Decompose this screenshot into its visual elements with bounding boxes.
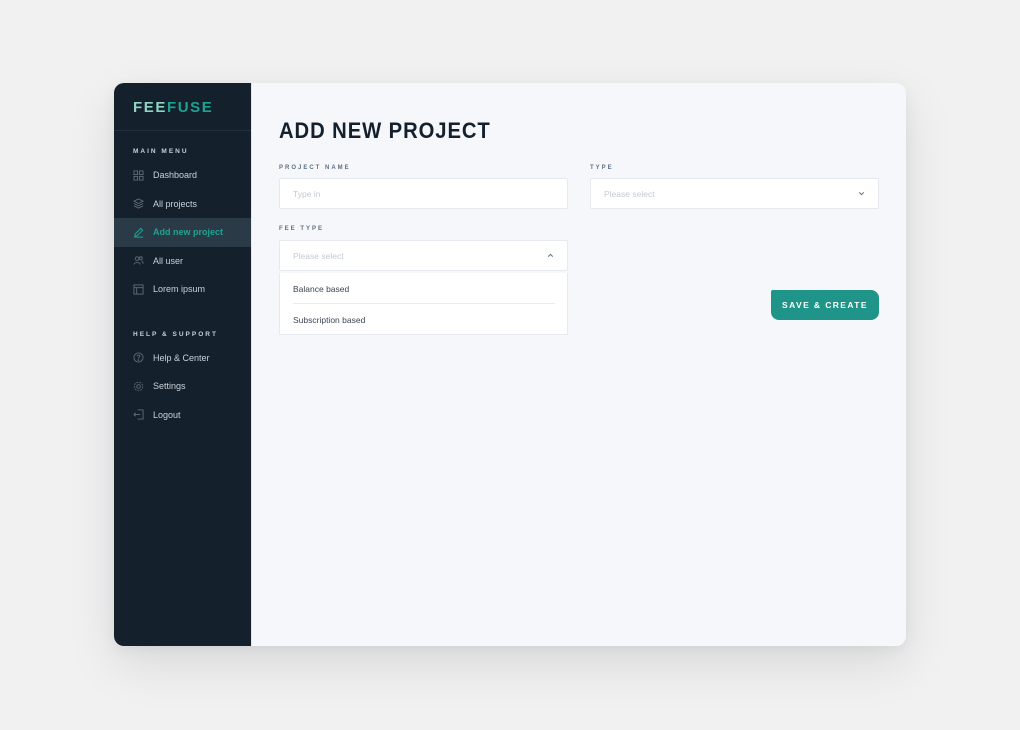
sidebar-item-settings[interactable]: Settings [114,372,251,401]
main-menu: Dashboard All projects Add new project A… [114,161,251,304]
fee-type-option-subscription[interactable]: Subscription based [280,304,567,335]
main-content: ADD NEW PROJECT PROJECT NAME Type in TYP… [251,83,906,646]
fee-type-dropdown: Balance based Subscription based [279,273,568,335]
support-menu: Help & Center Settings Logout [114,344,251,430]
logout-icon [133,409,144,420]
type-label: TYPE [590,165,614,171]
sidebar-item-add-new-project[interactable]: Add new project [114,218,251,247]
type-select[interactable]: Please select [590,178,879,209]
sidebar: FEEFUSE MAIN MENU Dashboard All projects [114,83,251,646]
save-create-button[interactable]: SAVE & CREATE [771,290,879,320]
gear-icon [133,381,144,392]
sidebar-item-label: All user [153,255,184,266]
sidebar-item-logout[interactable]: Logout [114,401,251,430]
brand-logo[interactable]: FEEFUSE [114,83,251,131]
type-placeholder: Please select [604,188,655,199]
sidebar-item-all-user[interactable]: All user [114,247,251,276]
app-window: FEEFUSE MAIN MENU Dashboard All projects [114,83,906,646]
sidebar-item-label: Dashboard [153,170,198,181]
help-icon [133,352,144,363]
fee-type-option-balance[interactable]: Balance based [280,273,567,304]
pencil-icon [133,227,144,238]
sidebar-item-dashboard[interactable]: Dashboard [114,161,251,190]
brand-logo-part2: FUSE [166,99,214,116]
sidebar-item-label: Settings [153,381,186,392]
layers-icon [133,198,144,209]
project-name-placeholder: Type in [293,188,321,199]
sidebar-item-label: Add new project [153,227,224,238]
sidebar-item-all-projects[interactable]: All projects [114,190,251,219]
grid-icon [133,170,144,181]
fee-type-select[interactable]: Please select [279,240,568,271]
users-icon [133,255,144,266]
layout-icon [133,284,144,295]
main-menu-title: MAIN MENU [133,148,189,155]
sidebar-item-lorem-ipsum[interactable]: Lorem ipsum [114,275,251,304]
page-title: ADD NEW PROJECT [279,118,491,143]
help-support-title: HELP & SUPPORT [133,330,218,338]
sidebar-item-label: Lorem ipsum [153,284,206,295]
sidebar-item-label: Logout [153,409,181,420]
sidebar-item-label: All projects [153,198,198,209]
fee-type-label: FEE TYPE [279,226,325,232]
sidebar-item-help-center[interactable]: Help & Center [114,344,251,373]
sidebar-item-label: Help & Center [153,352,210,363]
project-name-input[interactable]: Type in [279,178,568,209]
fee-type-placeholder: Please select [293,250,344,261]
chevron-up-icon [546,251,555,260]
brand-logo-part1: FEE [133,99,167,116]
chevron-down-icon [857,189,866,198]
project-name-label: PROJECT NAME [279,165,351,171]
